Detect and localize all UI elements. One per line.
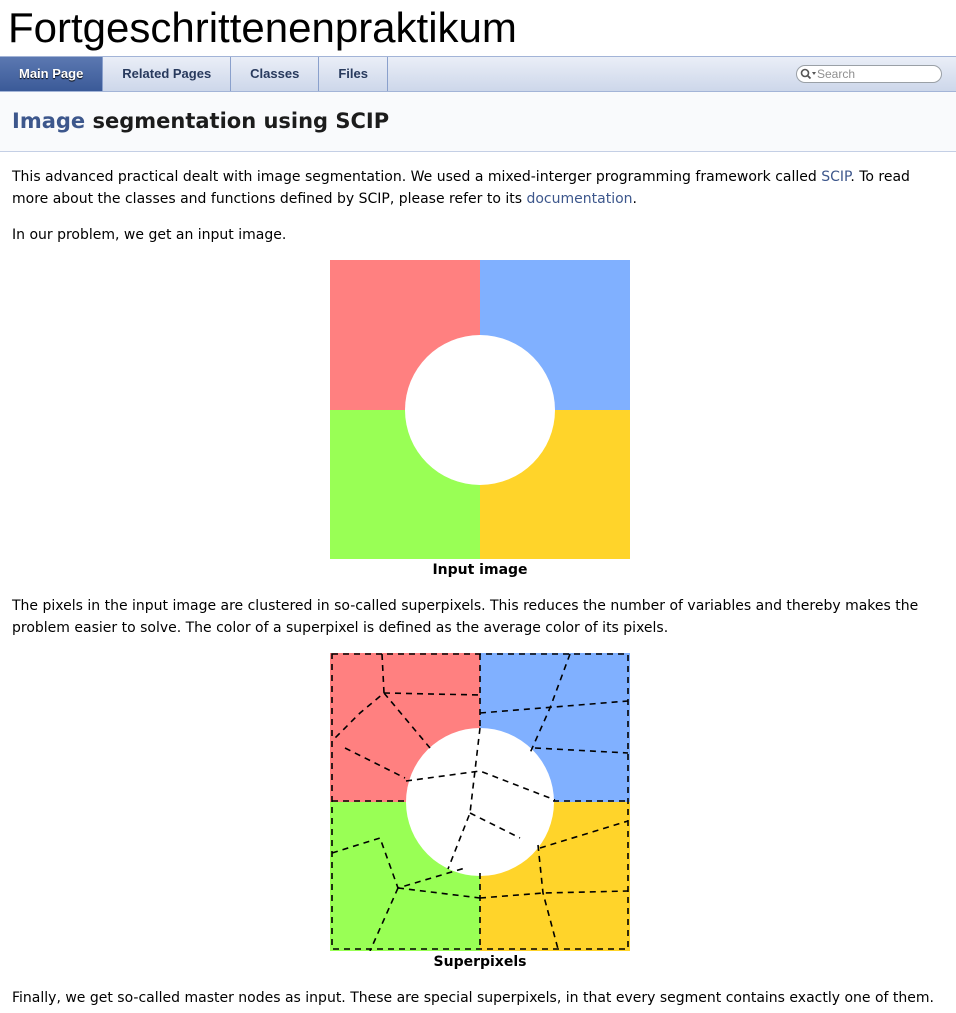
navbar: Main Page Related Pages Classes Files (0, 56, 956, 92)
scip-link[interactable]: SCIP (821, 169, 850, 185)
tab-related-pages[interactable]: Related Pages (103, 57, 232, 91)
page-title-rest: segmentation using SCIP (85, 109, 390, 133)
intro-text-3: . (632, 191, 637, 207)
input-image-caption: Input image (432, 562, 528, 578)
nav-tabs: Main Page Related Pages Classes Files (0, 57, 388, 91)
white-circle (405, 335, 555, 485)
tab-files[interactable]: Files (319, 57, 388, 91)
intro-paragraph: This advanced practical dealt with image… (12, 166, 937, 210)
input-paragraph: In our problem, we get an input image. (12, 227, 287, 243)
superpixels-image (330, 653, 630, 951)
search-icon[interactable] (800, 68, 817, 80)
project-title: Fortgeschrittenenpraktikum (8, 4, 517, 51)
intro-text-1: This advanced practical dealt with image… (12, 169, 822, 185)
documentation-link[interactable]: documentation (526, 191, 632, 207)
master-nodes-paragraph: Finally, we get so-called master nodes a… (12, 990, 934, 1006)
search-box[interactable] (796, 65, 942, 83)
superpixels-paragraph: The pixels in the input image are cluste… (12, 598, 919, 636)
tab-classes[interactable]: Classes (231, 57, 320, 91)
page-title: Image segmentation using SCIP (12, 106, 389, 136)
superpixels-caption: Superpixels (433, 954, 527, 970)
tab-main-page[interactable]: Main Page (0, 57, 104, 91)
input-image (330, 260, 630, 559)
search-input[interactable] (817, 67, 935, 81)
page-title-highlight: Image (12, 109, 86, 133)
